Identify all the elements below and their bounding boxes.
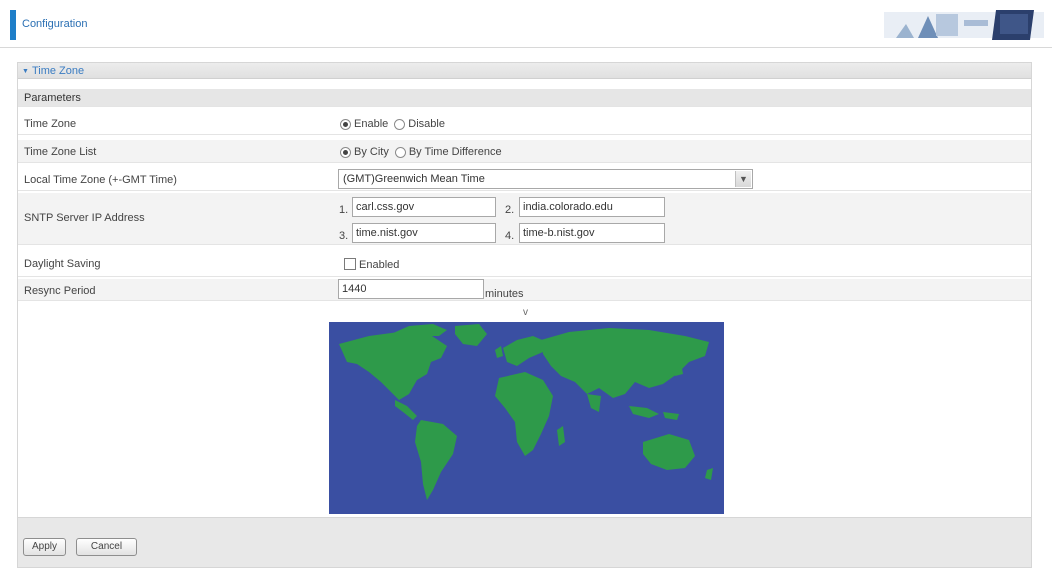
- cancel-button[interactable]: Cancel: [76, 538, 137, 556]
- world-map-graphic: [329, 322, 724, 514]
- collapse-arrow-icon: ▼: [22, 68, 29, 75]
- time-zone-list-radio-group: By City By Time Difference: [340, 146, 508, 158]
- row-time-zone: Time Zone Enable Disable: [18, 113, 1031, 135]
- brand-logo-graphic: [884, 10, 1044, 40]
- sntp-server-1-number: 1.: [339, 204, 349, 216]
- sntp-server-4-number: 4.: [505, 230, 515, 242]
- sntp-server-2-input[interactable]: india.colorado.edu: [519, 197, 665, 217]
- row-resync-period: Resync Period: [18, 279, 1031, 301]
- resync-period-input[interactable]: 1440: [338, 279, 484, 299]
- sntp-server-label: SNTP Server IP Address: [24, 212, 145, 224]
- sntp-server-3-input[interactable]: time.nist.gov: [352, 223, 496, 243]
- time-zone-radio-group: Enable Disable: [340, 118, 451, 130]
- time-zone-enable-radio[interactable]: [340, 118, 351, 130]
- form-footer: Apply Cancel: [18, 517, 1031, 567]
- time-zone-list-label: Time Zone List: [24, 146, 97, 158]
- sntp-server-1-input[interactable]: carl.css.gov: [352, 197, 496, 217]
- by-time-difference-radio[interactable]: [394, 146, 406, 158]
- parameters-header: Parameters: [18, 89, 1031, 107]
- chevron-down-icon[interactable]: ▼: [735, 171, 751, 187]
- local-time-zone-label: Local Time Zone (+-GMT Time): [24, 174, 177, 186]
- by-city-label: By City: [354, 146, 389, 158]
- time-zone-panel: ▼ Time Zone Parameters Time Zone Enable D…: [17, 62, 1032, 568]
- world-map[interactable]: [329, 322, 724, 514]
- sntp-server-2-number: 2.: [505, 204, 515, 216]
- local-time-zone-select[interactable]: (GMT)Greenwich Mean Time ▼: [338, 169, 753, 189]
- local-time-zone-value: (GMT)Greenwich Mean Time: [343, 173, 485, 185]
- row-time-zone-list: Time Zone List By City By Time Differenc…: [18, 140, 1031, 163]
- top-header: Configuration: [0, 0, 1052, 48]
- by-city-radio[interactable]: [340, 146, 351, 158]
- sntp-server-4-input[interactable]: time-b.nist.gov: [519, 223, 665, 243]
- daylight-saving-checkbox[interactable]: [344, 258, 356, 270]
- section-title: Time Zone: [31, 65, 85, 77]
- daylight-saving-label: Daylight Saving: [24, 258, 101, 270]
- parameters-title: Parameters: [24, 92, 81, 104]
- map-marker-icon: v: [523, 307, 528, 318]
- sntp-server-3-number: 3.: [339, 230, 349, 242]
- time-zone-disable-radio[interactable]: [394, 118, 406, 130]
- resync-period-label: Resync Period: [24, 285, 96, 297]
- time-zone-disable-label: Disable: [408, 118, 445, 130]
- time-zone-label: Time Zone: [24, 118, 77, 130]
- row-daylight-saving: Daylight Saving: [18, 251, 1031, 277]
- apply-button[interactable]: Apply: [23, 538, 66, 556]
- daylight-saving-option-label: Enabled: [359, 259, 400, 271]
- by-time-difference-label: By Time Difference: [408, 146, 502, 158]
- time-zone-enable-label: Enable: [354, 118, 389, 130]
- resync-period-unit: minutes: [485, 288, 524, 300]
- page-title: Configuration: [22, 18, 88, 30]
- section-header[interactable]: ▼ Time Zone: [18, 63, 1031, 79]
- header-accent-bar: [10, 10, 16, 40]
